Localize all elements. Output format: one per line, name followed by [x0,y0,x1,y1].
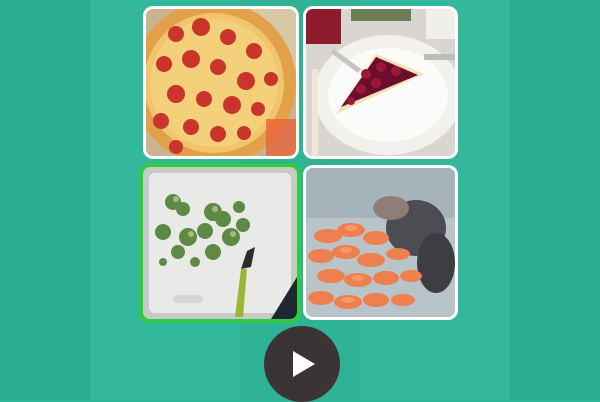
background-stripe [0,0,90,400]
background-stripe [510,0,600,400]
play-icon [293,351,315,377]
tile-pizza[interactable] [143,6,299,159]
play-button[interactable] [264,326,340,402]
tile-berry-pie[interactable] [303,6,458,159]
broccoli-image [143,167,297,319]
tile-broccoli[interactable] [139,163,301,323]
pizza-image [146,9,296,156]
tile-shrimp[interactable] [303,165,458,320]
shrimp-image [306,168,455,317]
berry-pie-image [306,9,455,156]
